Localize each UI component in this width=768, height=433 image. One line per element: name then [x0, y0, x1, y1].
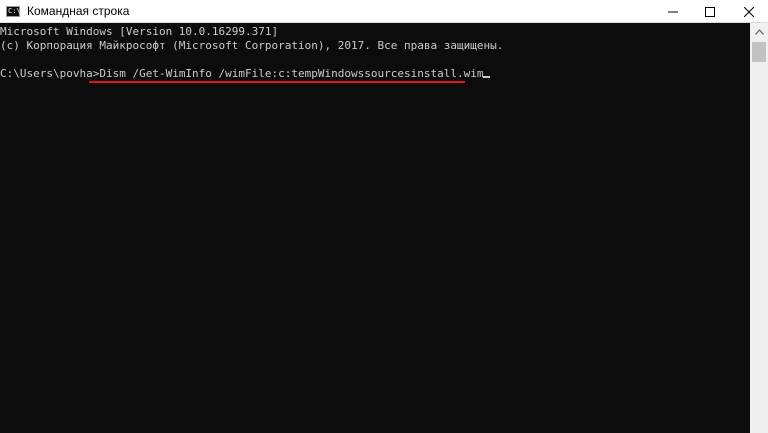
- maximize-icon: [705, 6, 715, 17]
- scroll-up-button[interactable]: [750, 23, 768, 40]
- console-app-icon[interactable]: C:\: [6, 5, 21, 17]
- command-line[interactable]: C:\Users\povha>Dism /Get-WimInfo /wimFil…: [0, 67, 491, 81]
- minimize-icon: [668, 11, 678, 12]
- console-icon-glyph: C:\: [8, 6, 21, 15]
- version-line: Microsoft Windows [Version 10.0.16299.37…: [0, 25, 279, 38]
- console-output[interactable]: Microsoft Windows [Version 10.0.16299.37…: [0, 23, 750, 433]
- close-button[interactable]: [726, 0, 768, 23]
- close-icon: [744, 6, 754, 17]
- command-highlight-underline: [89, 81, 465, 83]
- scroll-thumb[interactable]: [752, 42, 766, 62]
- vertical-scrollbar[interactable]: [750, 23, 768, 433]
- chevron-up-icon: [754, 28, 764, 35]
- title-bar[interactable]: C:\ Командная строка: [0, 0, 768, 23]
- text-cursor: [483, 76, 491, 78]
- scroll-track[interactable]: [750, 63, 768, 433]
- command-text: Dism /Get-WimInfo /wimFile:c:tempWindows…: [99, 67, 484, 80]
- command-prompt: C:\Users\povha>: [0, 67, 100, 80]
- window-title: Командная строка: [27, 4, 130, 18]
- copyright-line: (c) Корпорация Майкрософт (Microsoft Cor…: [0, 39, 504, 52]
